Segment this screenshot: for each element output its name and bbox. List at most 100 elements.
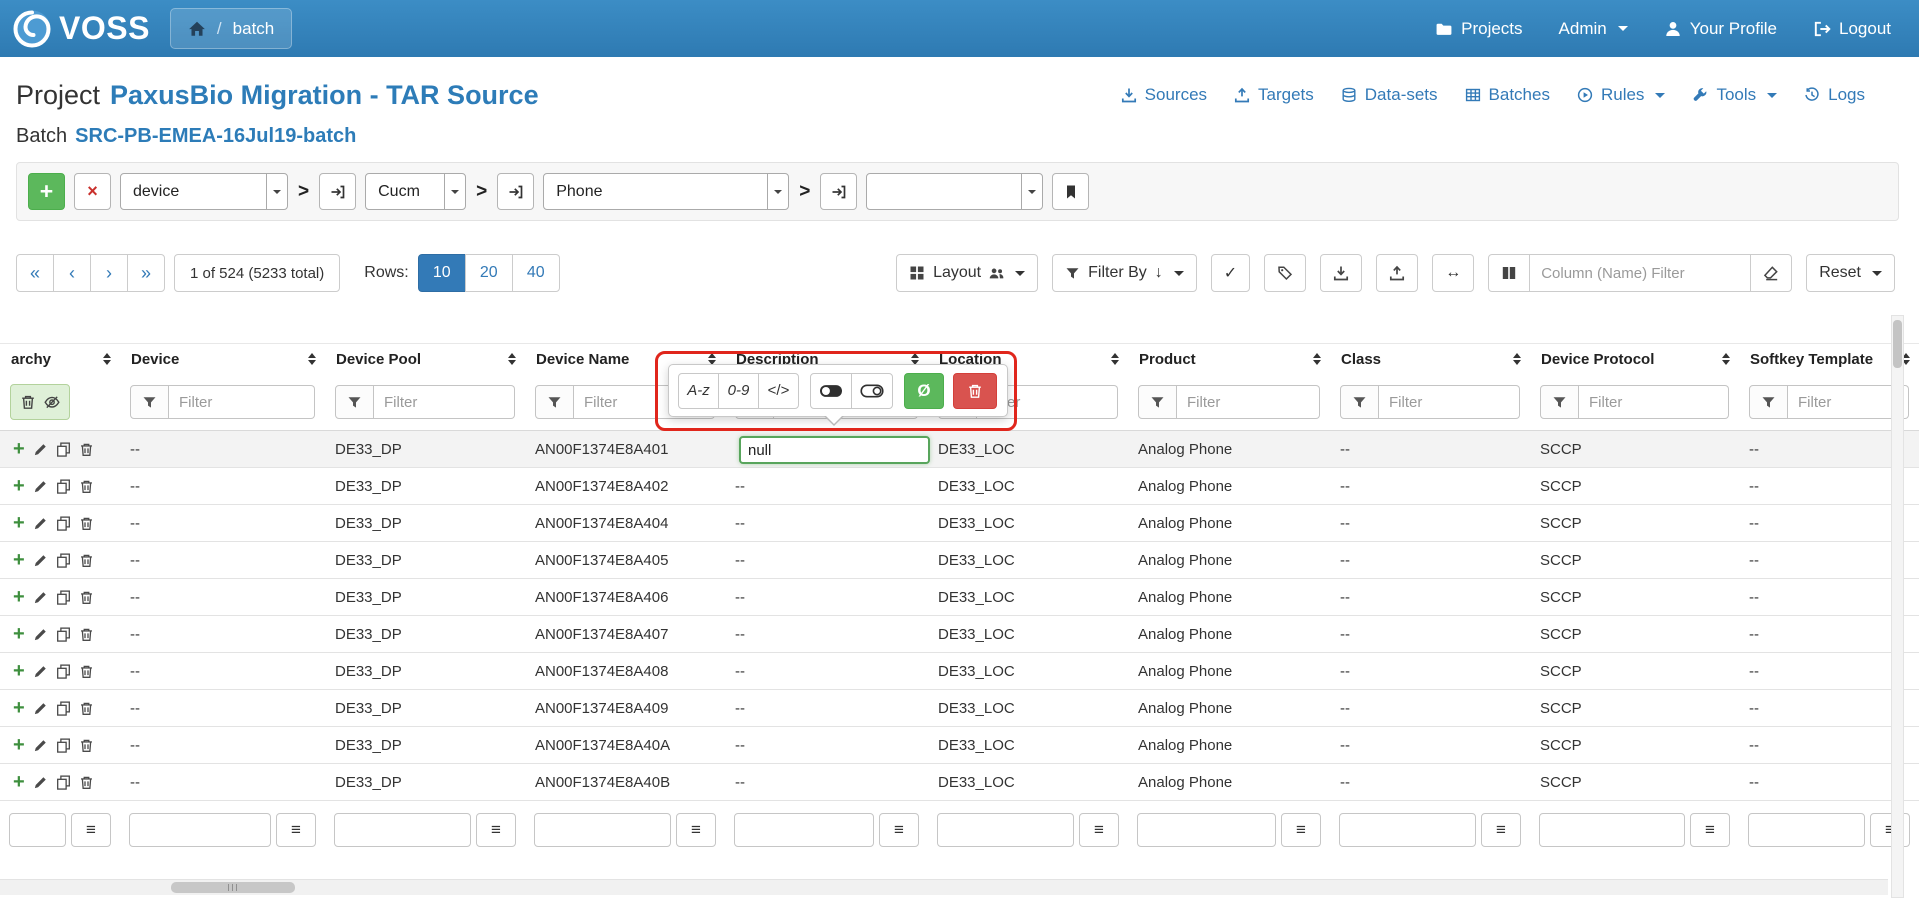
aggregate-menu-button[interactable]: ≡: [1079, 813, 1119, 847]
edit-row-action-button[interactable]: [33, 738, 48, 753]
column-filter-button[interactable]: [1138, 385, 1177, 419]
link-targets[interactable]: Targets: [1234, 85, 1314, 105]
column-filter-button[interactable]: [535, 385, 574, 419]
column-header-device-pool[interactable]: Device Pool: [325, 344, 525, 375]
column-filter-button[interactable]: [1749, 385, 1788, 419]
add-row-action-button[interactable]: +: [13, 775, 25, 789]
descend-button[interactable]: [497, 173, 534, 210]
delete-row-action-button[interactable]: [79, 627, 94, 642]
nav-your-profile[interactable]: Your Profile: [1664, 19, 1777, 39]
first-page-button[interactable]: «: [16, 254, 54, 292]
prev-page-button[interactable]: ‹: [53, 254, 91, 292]
column-header-class[interactable]: Class: [1330, 344, 1530, 375]
delete-row-action-button[interactable]: [79, 479, 94, 494]
column-name-filter-input[interactable]: [1529, 254, 1751, 292]
import-button[interactable]: [1376, 254, 1418, 292]
validate-button[interactable]: ✓: [1211, 254, 1250, 292]
add-row-action-button[interactable]: +: [13, 442, 25, 456]
add-row-action-button[interactable]: +: [13, 553, 25, 567]
copy-row-action-button[interactable]: [56, 442, 71, 457]
aggregate-menu-button[interactable]: ≡: [71, 813, 111, 847]
home-crumb[interactable]: [188, 19, 206, 39]
reset-dropdown-button[interactable]: Reset: [1806, 254, 1895, 292]
model-type-select[interactable]: device: [120, 173, 288, 210]
copy-row-action-button[interactable]: [56, 701, 71, 716]
driver-select[interactable]: Cucm: [365, 173, 466, 210]
link-batches[interactable]: Batches: [1465, 85, 1550, 105]
link-data-sets[interactable]: Data-sets: [1341, 85, 1438, 105]
edit-row-action-button[interactable]: [33, 516, 48, 531]
edit-row-action-button[interactable]: [33, 627, 48, 642]
nav-logout[interactable]: Logout: [1813, 19, 1891, 39]
add-step-button[interactable]: +: [28, 173, 65, 210]
edit-row-action-button[interactable]: [33, 442, 48, 457]
aggregate-input[interactable]: [9, 813, 66, 847]
column-filter-input[interactable]: [1579, 385, 1729, 419]
empty-select[interactable]: [866, 173, 1043, 210]
resize-columns-button[interactable]: ↔: [1432, 254, 1474, 292]
voss-logo[interactable]: VOSS: [12, 9, 150, 49]
copy-row-action-button[interactable]: [56, 516, 71, 531]
aggregate-input[interactable]: [937, 813, 1074, 847]
aggregate-input[interactable]: [129, 813, 271, 847]
delete-row-action-button[interactable]: [79, 738, 94, 753]
delete-row-action-button[interactable]: [79, 516, 94, 531]
aggregate-input[interactable]: [1748, 813, 1865, 847]
remove-step-button[interactable]: ×: [74, 173, 111, 210]
nav-admin[interactable]: Admin: [1559, 19, 1628, 39]
layout-dropdown-button[interactable]: Layout: [896, 254, 1038, 292]
numeric-mode-button[interactable]: 0-9: [718, 373, 759, 409]
clear-column-filter-button[interactable]: [1750, 254, 1792, 292]
copy-row-action-button[interactable]: [56, 664, 71, 679]
link-logs[interactable]: Logs: [1804, 85, 1865, 105]
edit-row-action-button[interactable]: [33, 701, 48, 716]
aggregate-input[interactable]: [734, 813, 874, 847]
aggregate-menu-button[interactable]: ≡: [879, 813, 919, 847]
rows-20-button[interactable]: 20: [465, 254, 513, 292]
edit-row-action-button[interactable]: [33, 664, 48, 679]
clear-value-button[interactable]: [953, 373, 997, 409]
aggregate-menu-button[interactable]: ≡: [1281, 813, 1321, 847]
delete-row-action-button[interactable]: [79, 701, 94, 716]
next-page-button[interactable]: ›: [90, 254, 128, 292]
filter-by-dropdown-button[interactable]: Filter By ↓: [1052, 254, 1197, 292]
add-row-action-button[interactable]: +: [13, 738, 25, 752]
aggregate-input[interactable]: [334, 813, 471, 847]
copy-row-action-button[interactable]: [56, 479, 71, 494]
bookmark-button[interactable]: [1052, 173, 1089, 210]
delete-row-action-button[interactable]: [79, 590, 94, 605]
toggle-off-button[interactable]: [851, 373, 893, 409]
link-sources[interactable]: Sources: [1121, 85, 1207, 105]
rows-10-button[interactable]: 10: [418, 254, 466, 292]
text-mode-button[interactable]: A-z: [678, 373, 719, 409]
column-filter-button[interactable]: [335, 385, 374, 419]
tag-button[interactable]: [1264, 254, 1306, 292]
edit-row-action-button[interactable]: [33, 479, 48, 494]
toggle-on-button[interactable]: [810, 373, 852, 409]
nav-projects[interactable]: Projects: [1435, 19, 1522, 39]
aggregate-input[interactable]: [1137, 813, 1276, 847]
copy-row-action-button[interactable]: [56, 627, 71, 642]
column-header-device-protocol[interactable]: Device Protocol: [1530, 344, 1739, 375]
link-tools[interactable]: Tools: [1692, 85, 1777, 105]
descend-button[interactable]: [820, 173, 857, 210]
aggregate-menu-button[interactable]: ≡: [676, 813, 716, 847]
column-header-hierarchy[interactable]: archy: [0, 344, 120, 375]
description-value-input[interactable]: [739, 436, 930, 464]
add-row-action-button[interactable]: +: [13, 701, 25, 715]
delete-row-action-button[interactable]: [79, 664, 94, 679]
copy-row-action-button[interactable]: [56, 590, 71, 605]
horizontal-scrollbar[interactable]: [0, 879, 1888, 895]
link-rules[interactable]: Rules: [1577, 85, 1665, 105]
column-filter-input[interactable]: [1379, 385, 1520, 419]
aggregate-input[interactable]: [1339, 813, 1476, 847]
vertical-scrollbar-thumb[interactable]: [1893, 320, 1902, 368]
column-filter-input[interactable]: [1177, 385, 1320, 419]
add-row-action-button[interactable]: +: [13, 627, 25, 641]
copy-row-action-button[interactable]: [56, 738, 71, 753]
aggregate-menu-button[interactable]: ≡: [1870, 813, 1910, 847]
last-page-button[interactable]: »: [127, 254, 165, 292]
aggregate-input[interactable]: [1539, 813, 1685, 847]
delete-row-action-button[interactable]: [79, 442, 94, 457]
column-filter-input[interactable]: [374, 385, 515, 419]
